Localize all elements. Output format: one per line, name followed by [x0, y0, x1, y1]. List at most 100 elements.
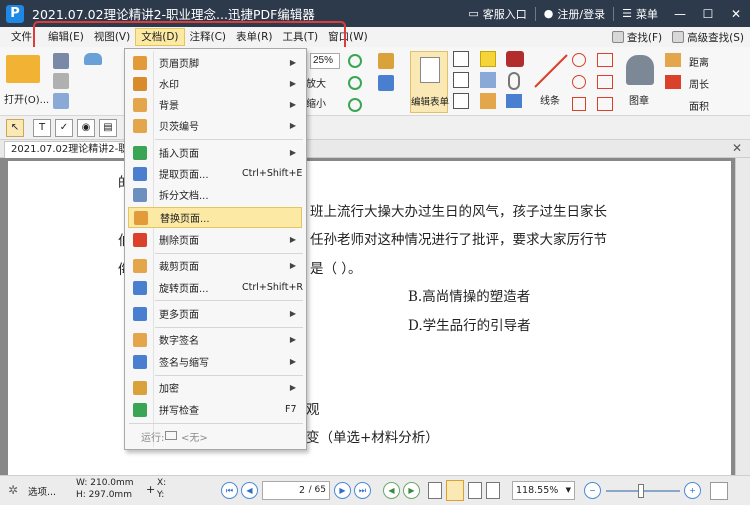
stamp-icon[interactable]	[626, 55, 654, 85]
minimize-button[interactable]: —	[666, 7, 694, 21]
pentagon-shape-icon[interactable]	[597, 75, 613, 89]
menu-button[interactable]: ☰ 菜单	[614, 6, 666, 22]
menu-item-extract-page[interactable]: 提取页面... Ctrl+Shift+E	[125, 163, 306, 184]
list-field-icon[interactable]	[453, 93, 469, 109]
menu-item-insert-page[interactable]: 插入页面 ▶	[125, 142, 306, 163]
zoom-out-button[interactable]: 缩小	[306, 95, 326, 110]
menu-item-rotate-page[interactable]: 旋转页面... Ctrl+Shift+R	[125, 277, 306, 298]
polyline-shape-icon[interactable]	[597, 97, 613, 111]
line-button-label[interactable]: 线条	[540, 92, 560, 107]
typewriter-icon[interactable]	[480, 51, 496, 67]
find-button[interactable]: 查找(F)	[611, 30, 662, 45]
page-icon[interactable]	[53, 93, 69, 109]
continuous-facing-icon[interactable]	[486, 482, 500, 499]
cloud-icon[interactable]	[84, 53, 102, 65]
rotate-cw-icon[interactable]	[348, 76, 362, 90]
rect-shape-icon[interactable]	[572, 97, 586, 111]
zoom-slider-handle[interactable]	[638, 484, 644, 498]
text-icon[interactable]	[480, 72, 496, 88]
callout-icon[interactable]	[480, 93, 496, 109]
menu-item-split-document[interactable]: 拆分文档...	[125, 184, 306, 205]
forward-icon[interactable]: ▶	[403, 482, 420, 499]
first-page-icon[interactable]: ⏮	[221, 482, 238, 499]
menu-item-header-footer[interactable]: 页眉页脚 ▶	[125, 52, 306, 73]
note-icon[interactable]	[506, 51, 524, 67]
advanced-find-icon	[672, 31, 685, 43]
gear-icon[interactable]: ✲	[8, 483, 18, 497]
menu-item-bates[interactable]: 贝茨编号 ▶	[125, 115, 306, 136]
last-page-icon[interactable]: ⏭	[354, 482, 371, 499]
list-tool-icon[interactable]: ▤	[99, 119, 117, 137]
text-box-icon[interactable]	[378, 53, 394, 69]
options-button[interactable]: 选项...	[28, 484, 56, 498]
text-field-tool-icon[interactable]: T	[33, 119, 51, 137]
edit-form-button[interactable]: 编辑表单	[410, 51, 449, 113]
prev-page-icon[interactable]: ◀	[241, 482, 258, 499]
close-button[interactable]: ✕	[722, 7, 750, 21]
menu-window[interactable]: 窗口(W)	[323, 28, 373, 46]
radio-tool-icon[interactable]: ◉	[77, 119, 95, 137]
zoom-select[interactable]: 118.55% ▼	[512, 481, 575, 500]
menu-item-digital-signature[interactable]: 数字签名 ▶	[125, 329, 306, 350]
vertical-scrollbar[interactable]	[735, 158, 750, 475]
menu-item-background[interactable]: 背景 ▶	[125, 94, 306, 115]
stamp-button-label[interactable]: 图章	[629, 92, 649, 107]
menu-file[interactable]: 文件	[6, 28, 37, 46]
open-button-label[interactable]: 打开(O)...	[4, 91, 49, 106]
zoom-out-icon[interactable]: −	[584, 482, 601, 499]
menu-item-more-pages[interactable]: 更多页面 ▶	[125, 303, 306, 324]
menu-item-crop-page[interactable]: 裁剪页面 ▶	[125, 255, 306, 276]
open-folder-icon[interactable]	[6, 55, 40, 83]
select-cursor-icon[interactable]: ↖	[6, 119, 24, 137]
fit-page-icon[interactable]	[710, 482, 728, 500]
text-field-icon[interactable]	[453, 51, 469, 67]
sound-icon[interactable]	[506, 94, 522, 108]
ellipse-shape-icon[interactable]	[572, 75, 586, 89]
eraser-icon[interactable]	[665, 75, 681, 89]
status-bar: ✲ 选项... W: 210.0mm H: 297.0mm + X: Y: ⏮ …	[0, 475, 750, 505]
next-page-icon[interactable]: ▶	[334, 482, 351, 499]
customer-service-button[interactable]: ▭ 客服入口	[460, 6, 534, 22]
attach-icon[interactable]	[508, 72, 520, 90]
print-icon[interactable]	[53, 73, 69, 89]
doc-text-line: D.学生品行的引导者	[408, 318, 531, 334]
distance-button[interactable]: 距离	[689, 54, 709, 69]
menu-edit[interactable]: 编辑(E)	[43, 28, 89, 46]
single-page-icon[interactable]	[428, 482, 442, 499]
line-icon[interactable]	[533, 53, 569, 89]
pencil-icon[interactable]	[665, 53, 681, 67]
check-field-icon[interactable]	[453, 72, 469, 88]
checkbox-tool-icon[interactable]: ✓	[55, 119, 73, 137]
perimeter-button[interactable]: 周长	[689, 76, 709, 91]
login-button[interactable]: ● 注册/登录	[536, 6, 613, 22]
menu-item-signature-initials[interactable]: 签名与缩写 ▶	[125, 351, 306, 372]
zoom-field[interactable]: 25%	[310, 53, 340, 69]
rotate-ccw-icon[interactable]	[348, 98, 362, 112]
back-icon[interactable]: ◀	[383, 482, 400, 499]
menu-item-replace-page[interactable]: 替换页面...	[128, 207, 302, 228]
menu-tools[interactable]: 工具(T)	[278, 28, 324, 46]
page-number-input[interactable]: 2 / 65	[262, 481, 330, 500]
menu-item-watermark[interactable]: 水印 ▶	[125, 73, 306, 94]
maximize-button[interactable]: ☐	[694, 7, 722, 21]
polygon-shape-icon[interactable]	[597, 53, 613, 67]
refresh-icon[interactable]	[348, 54, 362, 68]
continuous-page-icon[interactable]	[446, 480, 464, 501]
zoom-in-icon[interactable]: +	[684, 482, 701, 499]
circle-shape-icon[interactable]	[572, 53, 586, 67]
menu-item-encrypt[interactable]: 加密 ▶	[125, 377, 306, 398]
menu-item-delete-page[interactable]: 删除页面 ▶	[125, 229, 306, 250]
zoom-in-button[interactable]: 放大	[306, 75, 326, 90]
area-button[interactable]: 面积	[689, 98, 709, 113]
menu-form[interactable]: 表单(R)	[231, 28, 278, 46]
menu-item-spellcheck[interactable]: 拼写检查 F7	[125, 399, 306, 420]
advanced-find-button[interactable]: 高级查找(S)	[672, 30, 744, 45]
insert-text-icon[interactable]	[378, 75, 394, 91]
close-tab-icon[interactable]: ✕	[732, 141, 742, 155]
facing-page-icon[interactable]	[468, 482, 482, 499]
menu-document[interactable]: 文档(D)	[135, 28, 185, 46]
doc-text-line: 班上流行大操大办过生日的风气，孩子过生日家长	[310, 204, 607, 220]
menu-view[interactable]: 视图(V)	[89, 28, 135, 46]
menu-comment[interactable]: 注释(C)	[185, 28, 232, 46]
save-icon[interactable]	[53, 53, 69, 69]
